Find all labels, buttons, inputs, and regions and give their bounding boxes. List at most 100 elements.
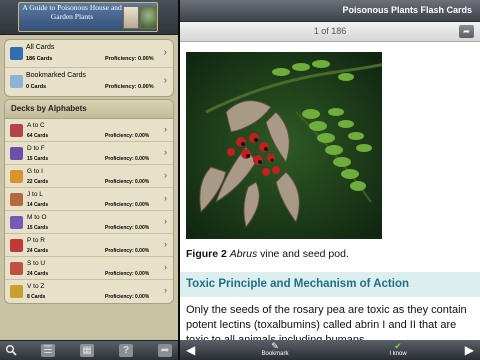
row-proficiency: Proficiency: 0.00% (105, 84, 154, 90)
deck-count: 14 Cards (27, 202, 49, 208)
decks-group: Decks by Alphabets A to C 64 Cards Profi… (4, 99, 174, 304)
deck-proficiency: Proficiency: 0.00% (105, 271, 150, 277)
share-icon[interactable]: ➦ (158, 344, 172, 357)
deck-thumbnail-icon (10, 239, 23, 252)
deck-thumbnail-icon (10, 193, 23, 206)
deck-title: M to O (27, 214, 47, 221)
bookmark-button[interactable]: ✎ Bookmark (250, 341, 300, 357)
next-card-button[interactable]: ▶ (465, 343, 474, 357)
decks-header: Decks by Alphabets (5, 100, 173, 119)
deck-count: 24 Cards (27, 248, 49, 254)
cards-icon[interactable]: ▦ (80, 344, 94, 357)
card-content: Figure 2 Abrus vine and seed pod. Toxic … (180, 43, 480, 340)
deck-title: G to I (27, 168, 43, 175)
search-icon[interactable] (4, 344, 18, 357)
deck-thumbnail-icon (10, 124, 23, 137)
deck-proficiency: Proficiency: 0.00% (105, 225, 150, 231)
deck-title: A to C (27, 122, 45, 129)
section-heading: Toxic Principle and Mechanism of Action (180, 272, 480, 297)
deck-count: 24 Cards (27, 271, 49, 277)
deck-row-s-u[interactable]: S to U 24 Cards Proficiency: 0.00% › (5, 257, 173, 280)
summary-group: All Cards 186 Cards Proficiency: 0.00% ›… (4, 39, 174, 97)
deck-count: 64 Cards (27, 133, 49, 139)
sidebar-header: A Guide to Poisonous House and Garden Pl… (0, 0, 178, 35)
deck-title: P to R (27, 237, 45, 244)
deck-thumbnail-icon (10, 216, 23, 229)
chevron-right-icon: › (164, 216, 167, 226)
figure-species: Abrus (229, 248, 258, 260)
checkmark-icon: ✔ (394, 341, 402, 351)
i-know-label: I know (389, 351, 407, 357)
page-bar: 1 of 186 ➦ (180, 22, 480, 42)
plant-photo (186, 52, 382, 239)
bookmark-label: Bookmark (261, 351, 289, 357)
card-viewer: Poisonous Plants Flash Cards 1 of 186 ➦ (180, 0, 480, 360)
deck-proficiency: Proficiency: 0.00% (105, 133, 150, 139)
bookmark-cards-icon (10, 75, 23, 88)
chevron-right-icon: › (164, 124, 167, 134)
deck-thumbnail-icon (10, 285, 23, 298)
deck-proficiency: Proficiency: 0.00% (105, 156, 150, 162)
i-know-button[interactable]: ✔ I know (373, 341, 423, 357)
app-logo: A Guide to Poisonous House and Garden Pl… (18, 2, 158, 32)
deck-row-v-z[interactable]: V to Z 8 Cards Proficiency: 0.00% › (5, 280, 173, 303)
row-title: All Cards (26, 44, 55, 51)
deck-proficiency: Proficiency: 0.00% (105, 202, 150, 208)
section-title: Toxic Principle and Mechanism of Action (186, 278, 410, 290)
chevron-right-icon: › (164, 147, 167, 157)
sidebar: A Guide to Poisonous House and Garden Pl… (0, 0, 178, 360)
deck-count: 22 Cards (27, 179, 49, 185)
figure-label: Figure 2 (186, 248, 227, 260)
all-cards-row[interactable]: All Cards 186 Cards Proficiency: 0.00% › (5, 40, 173, 68)
app-title: Poisonous Plants Flash Cards (342, 5, 472, 15)
deck-title: J to L (27, 191, 43, 198)
deck-thumbnail-icon (10, 147, 23, 160)
list-icon[interactable]: ☰ (41, 344, 55, 357)
chevron-right-icon: › (164, 193, 167, 203)
logo-text: A Guide to Poisonous House and Garden Pl… (22, 3, 122, 21)
deck-row-m-o[interactable]: M to O 15 Cards Proficiency: 0.00% › (5, 211, 173, 234)
help-icon[interactable]: ? (119, 344, 133, 357)
deck-row-g-i[interactable]: G to I 22 Cards Proficiency: 0.00% › (5, 165, 173, 188)
row-count: 186 Cards (26, 56, 53, 62)
share-button[interactable]: ➦ (459, 25, 474, 38)
top-bar: Poisonous Plants Flash Cards (180, 0, 480, 22)
deck-proficiency: Proficiency: 0.00% (105, 294, 150, 300)
logo-image-seeds (123, 6, 139, 29)
row-count: 0 Cards (26, 84, 47, 90)
deck-proficiency: Proficiency: 0.00% (105, 248, 150, 254)
deck-row-j-l[interactable]: J to L 14 Cards Proficiency: 0.00% › (5, 188, 173, 211)
deck-proficiency: Proficiency: 0.00% (105, 179, 150, 185)
row-proficiency: Proficiency: 0.00% (105, 56, 154, 62)
chevron-right-icon: › (164, 170, 167, 180)
bookmarked-cards-row[interactable]: Bookmarked Cards 0 Cards Proficiency: 0.… (5, 68, 173, 96)
deck-thumbnail-icon (10, 262, 23, 275)
deck-row-d-f[interactable]: D to F 15 Cards Proficiency: 0.00% › (5, 142, 173, 165)
previous-card-button[interactable]: ◀ (186, 343, 195, 357)
card-body-text: Only the seeds of the rosary pea are tox… (186, 304, 467, 340)
deck-row-a-c[interactable]: A to C 64 Cards Proficiency: 0.00% › (5, 119, 173, 142)
logo-image-plant (140, 6, 157, 29)
bottom-toolbar: ◀ ✎ Bookmark ✔ I know ▶ (180, 340, 480, 360)
deck-title: S to U (27, 260, 46, 267)
chevron-right-icon: › (163, 75, 167, 86)
deck-thumbnail-icon (10, 170, 23, 183)
decks-header-label: Decks by Alphabets (11, 104, 87, 113)
chevron-right-icon: › (164, 285, 167, 295)
deck-title: D to F (27, 145, 45, 152)
row-title: Bookmarked Cards (26, 72, 86, 79)
card-position: 1 of 186 (313, 26, 347, 36)
chevron-right-icon: › (164, 239, 167, 249)
figure-caption: Figure 2 Abrus vine and seed pod. (186, 248, 349, 260)
sidebar-toolbar: ☰ ▦ ? ➦ (0, 340, 178, 360)
deck-title: V to Z (27, 283, 45, 290)
deck-row-p-r[interactable]: P to R 24 Cards Proficiency: 0.00% › (5, 234, 173, 257)
deck-count: 8 Cards (27, 294, 46, 300)
sidebar-body: All Cards 186 Cards Proficiency: 0.00% ›… (0, 35, 178, 340)
deck-count: 15 Cards (27, 225, 49, 231)
chevron-right-icon: › (164, 262, 167, 272)
pencil-icon: ✎ (271, 341, 279, 351)
cards-icon (10, 47, 23, 60)
deck-count: 15 Cards (27, 156, 49, 162)
figure-description: vine and seed pod. (257, 248, 349, 260)
